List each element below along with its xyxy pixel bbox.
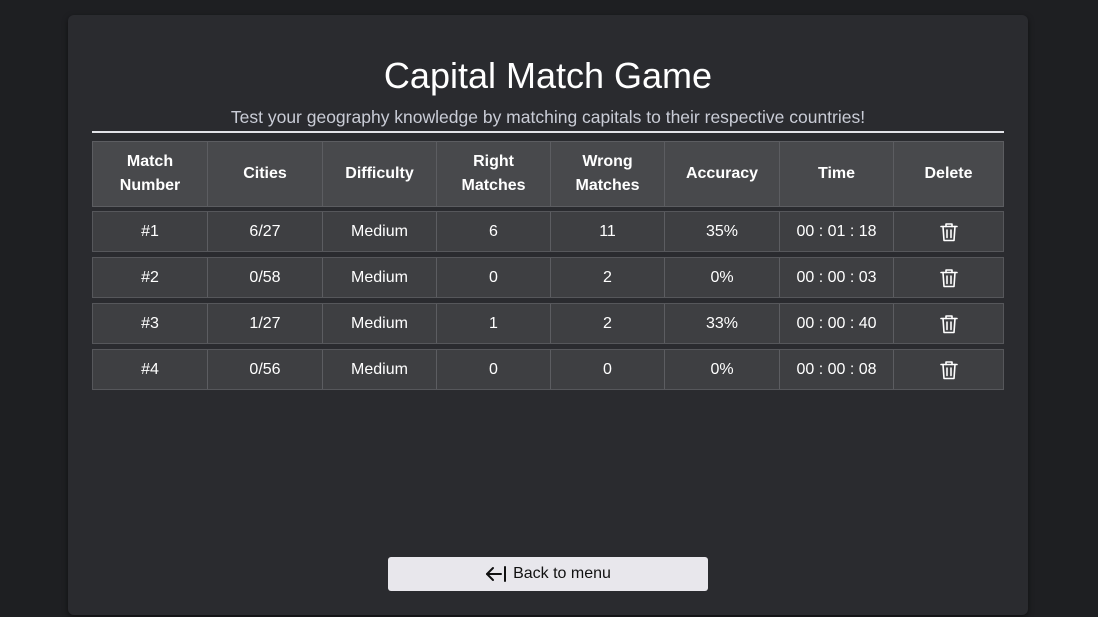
header-difficulty: Difficulty <box>323 142 437 206</box>
back-to-menu-button[interactable]: Back to menu <box>388 557 708 591</box>
arrow-left-to-bar-icon <box>485 565 507 583</box>
header-delete: Delete <box>924 165 973 182</box>
header-time: Time <box>780 142 894 206</box>
cell-right-matches: 0 <box>437 350 551 389</box>
table-row: #4 0/56 Medium 0 0 0% 00 : 00 : 08 <box>92 349 1004 390</box>
header-match-number: Match Number <box>93 142 208 206</box>
header-accuracy: Accuracy <box>665 142 780 206</box>
cell-difficulty: Medium <box>323 304 437 343</box>
table-row: #2 0/58 Medium 0 2 0% 00 : 00 : 03 <box>92 257 1004 298</box>
cell-delete <box>894 304 1003 343</box>
cell-wrong-matches: 0 <box>551 350 665 389</box>
trash-icon[interactable] <box>939 268 958 288</box>
trash-icon[interactable] <box>939 314 958 334</box>
cell-cities: 0/56 <box>208 350 323 389</box>
cell-cities: 1/27 <box>208 304 323 343</box>
cell-accuracy: 0% <box>665 258 780 297</box>
cell-accuracy: 33% <box>665 304 780 343</box>
match-history-table: Match Number Cities Difficulty Right Mat… <box>92 141 1004 390</box>
trash-icon[interactable] <box>939 360 958 380</box>
trash-icon[interactable] <box>939 222 958 242</box>
page-subtitle: Test your geography knowledge by matchin… <box>230 107 866 127</box>
cell-time: 00 : 00 : 08 <box>780 350 894 389</box>
divider <box>92 131 1004 133</box>
cell-time: 00 : 01 : 18 <box>780 212 894 251</box>
cell-difficulty: Medium <box>323 258 437 297</box>
history-card: Capital Match Game Test your geography k… <box>68 15 1028 615</box>
cell-match-number: #4 <box>93 350 208 389</box>
cell-right-matches: 6 <box>437 212 551 251</box>
cell-accuracy: 35% <box>665 212 780 251</box>
cell-right-matches: 0 <box>437 258 551 297</box>
cell-time: 00 : 00 : 40 <box>780 304 894 343</box>
cell-match-number: #1 <box>93 212 208 251</box>
cell-right-matches: 1 <box>437 304 551 343</box>
table-row: #1 6/27 Medium 6 11 35% 00 : 01 : 18 <box>92 211 1004 252</box>
cell-wrong-matches: 2 <box>551 304 665 343</box>
cell-match-number: #3 <box>93 304 208 343</box>
header-right-matches: Right Matches <box>437 142 551 206</box>
cell-match-number: #2 <box>93 258 208 297</box>
table-row: #3 1/27 Medium 1 2 33% 00 : 00 : 40 <box>92 303 1004 344</box>
table-header-row: Match Number Cities Difficulty Right Mat… <box>92 141 1004 207</box>
cell-accuracy: 0% <box>665 350 780 389</box>
cell-delete <box>894 258 1003 297</box>
page-title: Capital Match Game <box>383 55 713 96</box>
cell-delete <box>894 212 1003 251</box>
cell-time: 00 : 00 : 03 <box>780 258 894 297</box>
cell-cities: 0/58 <box>208 258 323 297</box>
header-wrong-matches: Wrong Matches <box>551 142 665 206</box>
header-cities: Cities <box>208 142 323 206</box>
back-to-menu-label: Back to menu <box>513 565 611 582</box>
cell-wrong-matches: 11 <box>551 212 665 251</box>
cell-difficulty: Medium <box>323 212 437 251</box>
cell-delete <box>894 350 1003 389</box>
cell-difficulty: Medium <box>323 350 437 389</box>
cell-cities: 6/27 <box>208 212 323 251</box>
cell-wrong-matches: 2 <box>551 258 665 297</box>
